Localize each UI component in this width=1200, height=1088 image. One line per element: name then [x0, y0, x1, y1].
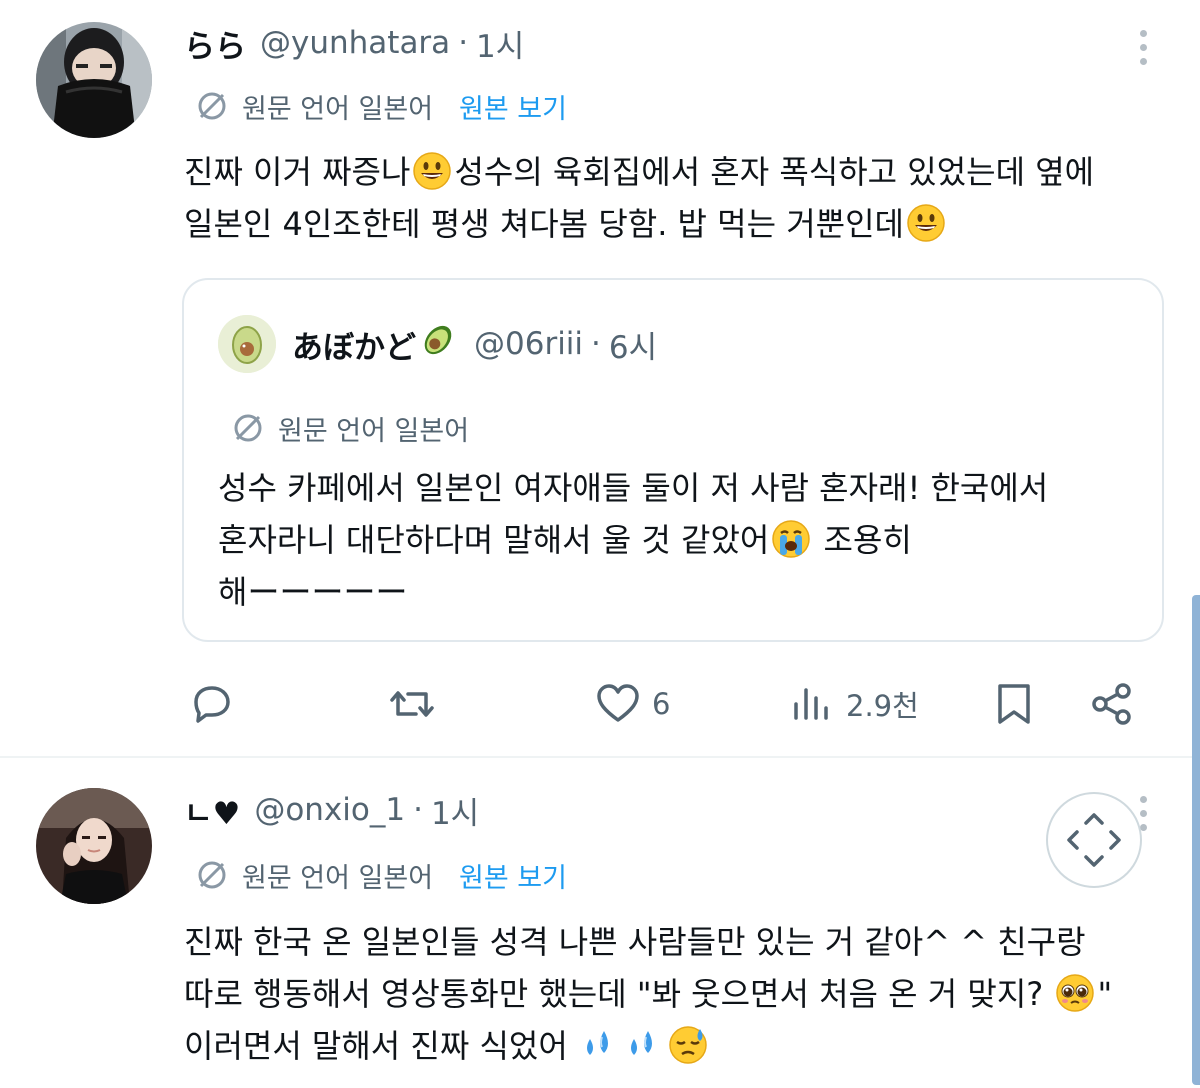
scrollbar[interactable] [1192, 595, 1200, 1085]
quoted-display-name[interactable]: あぼかど [292, 322, 416, 367]
translate-icon [198, 92, 226, 120]
separator: · [458, 25, 469, 61]
tweet-header: ㄴ♥ @onxio_1 · 1시 [184, 787, 479, 833]
separator: · [591, 326, 601, 362]
timestamp[interactable]: 1시 [431, 788, 479, 833]
avatar[interactable] [36, 22, 152, 138]
handle[interactable]: @onxio_1 [254, 792, 405, 828]
text-line: 성수 카페에서 일본인 여자애들 둘이 저 사람 혼자래! 한국에서 [218, 462, 1048, 514]
bookmark-icon [998, 684, 1030, 724]
text-segment: " [1097, 975, 1113, 1013]
downcast-face-with-sweat-icon [668, 1025, 708, 1080]
views-button[interactable]: 2.9천 [788, 672, 919, 736]
avatar[interactable] [36, 788, 152, 904]
separator: · [413, 792, 423, 828]
text-segment: 진짜 한국 온 일본인들 성격 나쁜 사람들만 있는 거 같아^ ^ 친구랑 [184, 923, 1086, 961]
bookmark-button[interactable] [990, 672, 1038, 736]
sweat-droplets-icon [580, 1025, 620, 1080]
retweet-icon [390, 691, 434, 717]
heart-icon [597, 684, 639, 722]
text-segment: 이러면서 말해서 진짜 식었어 [184, 1027, 578, 1065]
text-segment: 해ーーーーー [218, 573, 408, 611]
show-original-link[interactable]: 원본 보기 [459, 87, 567, 126]
tweet[interactable]: ㄴ♥ @onxio_1 · 1시 원문 언어 일본어 원본 보기 진짜 한국 온… [0, 760, 1200, 1088]
like-count: 6 [652, 687, 671, 721]
action-bar: 6 2.9천 [0, 672, 1200, 736]
handle[interactable]: @yunhatara [260, 25, 450, 61]
quoted-header: あぼかど @06riii · 6시 [292, 322, 657, 366]
tweet-header: らら @yunhatara · 1시 [184, 20, 524, 66]
sweat-droplets-icon [624, 1025, 664, 1080]
like-button[interactable]: 6 [594, 672, 670, 736]
text-line: 혼자라니 대단하다며 말해서 울 것 같았어 조용히 [218, 514, 1048, 566]
text-segment: 성수의 육회집에서 혼자 폭식하고 있었는데 옆에 [454, 153, 1095, 191]
scroll-arrows-button[interactable] [1046, 792, 1142, 888]
tweet-text: 진짜 한국 온 일본인들 성격 나쁜 사람들만 있는 거 같아^ ^ 친구랑 따… [184, 916, 1112, 1072]
text-segment: 진짜 이거 짜증나 [184, 153, 411, 191]
translation-label: 원문 언어 일본어 [278, 415, 470, 447]
reply-icon [194, 686, 230, 723]
text-line: 이러면서 말해서 진짜 식었어 [184, 1020, 1112, 1072]
quoted-text: 성수 카페에서 일본인 여자애들 둘이 저 사람 혼자래! 한국에서 혼자라니 … [218, 462, 1048, 618]
grinning-face-icon [906, 203, 946, 258]
text-line: 진짜 한국 온 일본인들 성격 나쁜 사람들만 있는 거 같아^ ^ 친구랑 [184, 916, 1112, 968]
text-line: 해ーーーーー [218, 566, 1048, 618]
scroll-arrows-icon [1067, 813, 1121, 867]
translation-label: 원문 언어 일본어 [242, 93, 434, 125]
tweet[interactable]: らら @yunhatara · 1시 원문 언어 일본어 원본 보기 진짜 이거… [0, 0, 1200, 758]
text-segment: 혼자라니 대단하다며 말해서 울 것 같았어 [218, 521, 770, 559]
views-icon [794, 688, 828, 720]
reply-button[interactable] [188, 672, 246, 736]
timestamp[interactable]: 1시 [476, 21, 524, 66]
quoted-avatar[interactable] [218, 315, 276, 373]
quoted-handle[interactable]: @06riii [474, 326, 583, 362]
share-icon [1092, 683, 1131, 725]
text-line: 진짜 이거 짜증나 성수의 육회집에서 혼자 폭식하고 있었는데 옆에 [184, 146, 1094, 198]
text-segment: 성수 카페에서 일본인 여자애들 둘이 저 사람 혼자래! 한국에서 [218, 469, 1049, 507]
avocado-icon [418, 320, 458, 368]
text-segment: 따로 행동해서 영상통화만 했는데 "봐 웃으면서 처음 온 거 맞지? [184, 975, 1054, 1013]
tweet-text: 진짜 이거 짜증나 성수의 육회집에서 혼자 폭식하고 있었는데 옆에 일본인 4… [184, 146, 1094, 250]
quoted-tweet[interactable]: あぼかど @06riii · 6시 원문 언어 일본어 성수 카페에서 일본인 … [182, 278, 1164, 642]
translate-icon [234, 414, 262, 442]
quoted-timestamp[interactable]: 6시 [609, 322, 657, 367]
text-line: 따로 행동해서 영상통화만 했는데 "봐 웃으면서 처음 온 거 맞지? " [184, 968, 1112, 1020]
share-button[interactable] [1088, 672, 1136, 736]
loudly-crying-face-icon [771, 519, 811, 574]
translation-label: 원문 언어 일본어 [242, 862, 434, 894]
translation-notice: 원문 언어 일본어 원본 보기 [196, 86, 567, 126]
translate-icon [198, 861, 226, 889]
translation-notice: 원문 언어 일본어 원본 보기 [196, 855, 567, 895]
more-options-icon[interactable] [1136, 30, 1150, 65]
quoted-translation-notice: 원문 언어 일본어 [232, 408, 469, 448]
pleading-face-icon [1055, 973, 1095, 1028]
view-count: 2.9천 [846, 689, 919, 723]
retweet-button[interactable] [388, 672, 446, 736]
show-original-link[interactable]: 원본 보기 [459, 856, 567, 895]
display-name[interactable]: ㄴ♥ [184, 788, 240, 833]
text-line: 일본인 4인조한테 평생 쳐다봄 당함. 밥 먹는 거뿐인데 [184, 198, 1094, 250]
text-segment: 조용히 [813, 521, 912, 559]
text-segment: 일본인 4인조한테 평생 쳐다봄 당함. 밥 먹는 거뿐인데 [184, 205, 904, 243]
display-name[interactable]: らら [184, 21, 246, 66]
